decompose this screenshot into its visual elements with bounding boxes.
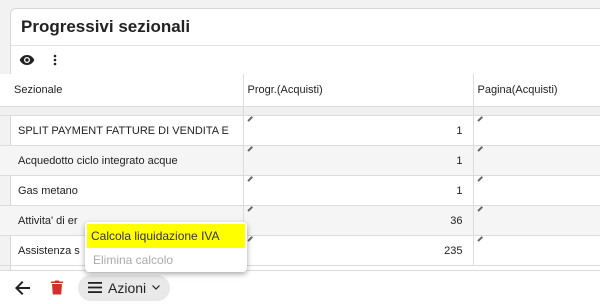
cell-progr-value: 1 xyxy=(456,124,463,137)
arrow-left-icon xyxy=(15,280,30,295)
edit-marker-icon xyxy=(246,176,253,182)
table-header-row: Sezionale Progr.(Acquisti) Pagina(Acquis… xyxy=(0,74,600,107)
more-vert-icon[interactable] xyxy=(45,50,65,70)
table-row[interactable]: Gas metano 1 xyxy=(0,175,600,206)
spacer-cell xyxy=(243,106,474,116)
table-row[interactable]: SPLIT PAYMENT FATTURE DI VENDITA E 1 xyxy=(0,115,600,146)
edit-marker-icon xyxy=(476,206,483,212)
eye-icon[interactable] xyxy=(17,50,37,70)
edit-marker-icon xyxy=(476,176,483,182)
back-button[interactable] xyxy=(10,275,36,301)
bottom-action-bar: Azioni xyxy=(0,270,600,304)
edit-marker-icon xyxy=(476,146,483,152)
table-spacer-row xyxy=(0,106,600,116)
cell-pagina[interactable] xyxy=(473,115,600,146)
cell-sezionale[interactable]: SPLIT PAYMENT FATTURE DI VENDITA E xyxy=(0,115,244,146)
menu-item-calcola-liquidazione-iva[interactable]: Calcola liquidazione IVA xyxy=(87,224,245,248)
cell-pagina[interactable] xyxy=(473,145,600,176)
cell-progr-value: 1 xyxy=(456,184,463,197)
cell-progr[interactable]: 1 xyxy=(243,145,474,176)
page-title: Progressivi sezionali xyxy=(21,17,191,36)
column-header-sezionale[interactable]: Sezionale xyxy=(0,74,244,107)
cell-sezionale[interactable]: Acquedotto ciclo integrato acque xyxy=(0,145,244,176)
cell-pagina[interactable] xyxy=(473,205,600,236)
cell-progr[interactable]: 1 xyxy=(243,175,474,206)
cell-pagina[interactable] xyxy=(473,175,600,206)
menu-item-elimina-calcolo[interactable]: Elimina calcolo xyxy=(85,248,247,272)
panel-header: Progressivi sezionali xyxy=(11,9,600,46)
grid-toolbar xyxy=(11,46,600,75)
edit-marker-icon xyxy=(246,146,253,152)
cell-progr-value: 235 xyxy=(444,244,463,257)
cell-progr[interactable]: 1 xyxy=(243,115,474,146)
spacer-cell xyxy=(473,106,600,116)
cell-progr-value: 36 xyxy=(450,214,463,227)
cell-pagina[interactable] xyxy=(473,235,600,266)
delete-button[interactable] xyxy=(44,275,70,301)
cell-progr-value: 1 xyxy=(456,154,463,167)
edit-marker-icon xyxy=(246,206,253,212)
actions-label: Azioni xyxy=(108,279,147,296)
trash-icon xyxy=(51,280,63,295)
edit-marker-icon xyxy=(476,116,483,122)
spacer-cell xyxy=(0,106,244,116)
edit-marker-icon xyxy=(476,236,483,242)
cell-sezionale[interactable]: Gas metano xyxy=(0,175,244,206)
edit-marker-icon xyxy=(246,116,253,122)
chevron-down-icon xyxy=(152,285,161,290)
actions-context-menu: Calcola liquidazione IVA Elimina calcolo xyxy=(85,222,247,272)
cell-progr[interactable]: 36 xyxy=(243,205,474,236)
column-header-pagina-acquisti[interactable]: Pagina(Acquisti) xyxy=(473,74,600,107)
cell-progr[interactable]: 235 xyxy=(243,235,474,266)
table-row[interactable]: Acquedotto ciclo integrato acque 1 xyxy=(0,145,600,176)
menu-icon xyxy=(88,282,102,293)
actions-menu-button[interactable]: Azioni xyxy=(78,274,171,301)
column-header-progr-acquisti[interactable]: Progr.(Acquisti) xyxy=(243,74,474,107)
edit-marker-icon xyxy=(246,236,253,242)
